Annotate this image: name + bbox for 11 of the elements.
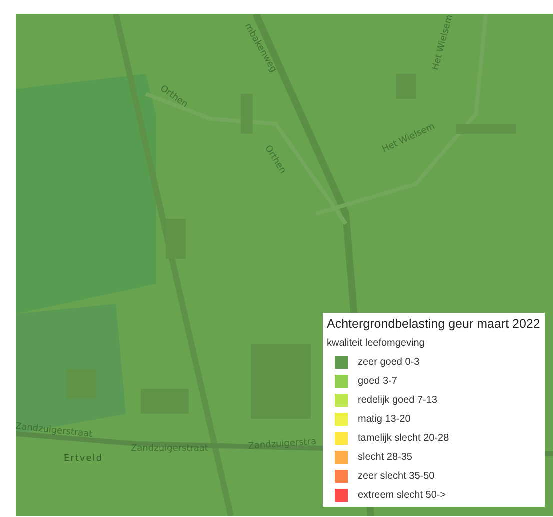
legend-subtitle: kwaliteit leefomgeving	[327, 338, 426, 349]
legend-label: zeer slecht 35-50	[358, 471, 435, 482]
area-label: Ertveld	[64, 454, 103, 464]
legend-label: extreem slecht 50->	[358, 490, 446, 501]
legend-label: zeer goed 0-3	[358, 357, 420, 368]
legend-title: Achtergrondbelasting geur maart 2022	[327, 317, 542, 331]
legend-label: tamelijk slecht 20-28	[358, 433, 450, 444]
legend-label: slecht 28-35	[358, 452, 412, 463]
legend-label: redelijk goed 7-13	[358, 395, 438, 406]
legend-label: goed 3-7	[358, 376, 398, 387]
legend-label: matig 13-20	[358, 414, 411, 425]
